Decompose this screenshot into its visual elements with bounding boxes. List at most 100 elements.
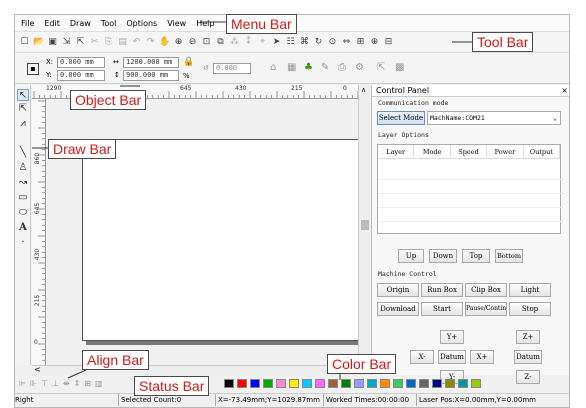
align-vcenter-icon[interactable]: ⇕ — [74, 379, 81, 388]
start-button[interactable]: Start — [421, 302, 463, 316]
color-swatch[interactable] — [341, 378, 351, 388]
align-top-icon[interactable]: ⊤ — [41, 379, 48, 388]
origin-button[interactable]: Origin — [377, 283, 419, 297]
z-plus-button[interactable]: Z+ — [516, 330, 540, 344]
work-area-page[interactable] — [82, 139, 365, 341]
color-swatch[interactable] — [302, 378, 312, 388]
menu-options[interactable]: Options — [126, 19, 157, 28]
rotate-angle-field[interactable]: 0.000 — [213, 63, 251, 74]
mirror-icon[interactable]: ⇔ — [341, 36, 352, 48]
redo-icon[interactable]: ↷ — [145, 36, 156, 48]
menu-file[interactable]: File — [21, 19, 34, 28]
datum-button[interactable]: Datum — [438, 350, 466, 364]
menu-help[interactable]: Help — [196, 19, 214, 28]
cut-icon[interactable]: ✂ — [89, 36, 100, 48]
export-icon[interactable]: ⇱ — [75, 36, 86, 48]
machine-name-dropdown[interactable]: MachName:COM21 ⌄ — [427, 111, 561, 125]
x-plus-button[interactable]: X+ — [470, 350, 494, 364]
color-swatch[interactable] — [354, 378, 364, 388]
layer-bottom-button[interactable]: Bottom — [495, 249, 523, 263]
clip-box-button[interactable]: Clip Box — [465, 283, 507, 297]
group-icon[interactable]: ⁂ — [229, 36, 240, 48]
save-icon[interactable]: ▣ — [47, 36, 58, 48]
height-field[interactable]: 900.000 mm — [123, 70, 179, 81]
y-position-field[interactable]: 0.000 mm — [57, 70, 105, 81]
ungroup-icon[interactable]: ⁑ — [243, 36, 254, 48]
color-swatch[interactable] — [224, 378, 234, 388]
color-swatch[interactable] — [289, 378, 299, 388]
print-icon[interactable]: ⎙ — [338, 63, 346, 73]
text-tool-icon[interactable]: A — [17, 222, 29, 234]
align-right-icon[interactable]: ⊪ — [30, 379, 37, 388]
align-hcenter-icon[interactable]: ⇼ — [63, 379, 70, 388]
color-swatch[interactable] — [419, 378, 429, 388]
vertical-scrollbar[interactable]: ∧ — [358, 85, 370, 365]
color-swatch[interactable] — [458, 378, 468, 388]
color-swatch[interactable] — [328, 378, 338, 388]
scroll-up-icon[interactable]: ∧ — [361, 86, 366, 94]
menu-tool[interactable]: Tool — [101, 19, 117, 28]
ellipse-icon[interactable]: ⬭ — [17, 207, 29, 219]
align-bottom-icon[interactable]: ⊥ — [52, 379, 59, 388]
frame-icon[interactable]: ⊟ — [383, 36, 394, 48]
align-left-icon[interactable]: ⊫ — [19, 379, 26, 388]
x-position-field[interactable]: 0.000 mm — [57, 57, 105, 68]
select-mode-button[interactable]: Select Mode — [377, 111, 425, 125]
z-datum-button[interactable]: Datum — [514, 350, 542, 364]
import-icon[interactable]: ⇲ — [61, 36, 72, 48]
width-field[interactable]: 1200.000 mm — [123, 57, 179, 68]
pen-icon[interactable]: ♙ — [17, 162, 29, 174]
layer-top-button[interactable]: Top — [462, 249, 490, 263]
dot-icon[interactable]: · — [17, 237, 29, 249]
undo-icon[interactable]: ↶ — [131, 36, 142, 48]
settings-icon[interactable]: ⚙ — [355, 63, 364, 73]
zoom-in-icon[interactable]: ⊕ — [173, 36, 184, 48]
color-swatch[interactable] — [263, 378, 273, 388]
layer-up-button[interactable]: Up — [398, 249, 424, 263]
scroll-left-icon[interactable]: < — [34, 365, 41, 374]
menu-draw[interactable]: Draw — [70, 19, 91, 28]
simulate-icon[interactable]: ⊙ — [327, 36, 338, 48]
select-arrow-icon[interactable]: ↖ — [17, 89, 29, 101]
pan-icon[interactable]: ✋ — [159, 36, 170, 48]
line-icon[interactable]: ╲ — [17, 147, 29, 159]
light-button[interactable]: Light — [509, 283, 551, 297]
same-width-icon[interactable]: ▥ — [95, 379, 103, 388]
zoom-page-icon[interactable]: ⊡ — [201, 36, 212, 48]
y-plus-button[interactable]: Y+ — [440, 330, 464, 344]
bezier-icon[interactable]: ↝ — [17, 177, 29, 189]
open-file-icon[interactable]: 📂 — [33, 36, 44, 48]
color-swatch[interactable] — [367, 378, 377, 388]
node-select-icon[interactable]: ⇱ — [17, 103, 29, 115]
path-optimize-icon[interactable]: ➤ — [271, 36, 282, 48]
run-box-button[interactable]: Run Box — [421, 283, 463, 297]
align-center-icon[interactable]: ⌂ — [270, 63, 276, 73]
grid-icon[interactable]: ▦ — [287, 63, 296, 73]
color-swatch[interactable] — [393, 378, 403, 388]
pencil-icon[interactable]: ✎ — [321, 63, 329, 73]
menu-view[interactable]: View — [167, 19, 186, 28]
x-minus-button[interactable]: X- — [410, 350, 434, 364]
close-icon[interactable]: × — [561, 85, 568, 97]
smooth-icon[interactable]: ⌘ — [299, 36, 310, 48]
color-swatch[interactable] — [250, 378, 260, 388]
crosshair-icon[interactable]: ⊕ — [369, 36, 380, 48]
color-swatch[interactable] — [276, 378, 286, 388]
align-center-icon[interactable]: ⊞ — [84, 379, 91, 388]
color-swatch[interactable] — [432, 378, 442, 388]
stop-button[interactable]: Stop — [509, 302, 551, 316]
rectangle-icon[interactable]: ▭ — [17, 192, 29, 204]
zoom-out-icon[interactable]: ⊖ — [187, 36, 198, 48]
color-swatch[interactable] — [380, 378, 390, 388]
tree-icon[interactable]: ♣ — [304, 63, 313, 73]
color-swatch[interactable] — [315, 378, 325, 388]
lock-ratio-icon[interactable]: 🔒 — [183, 58, 194, 67]
layer-down-button[interactable]: Down — [429, 249, 457, 263]
color-swatch[interactable] — [406, 378, 416, 388]
menu-edit[interactable]: Edit — [44, 19, 60, 28]
copy-icon[interactable]: ⎘ — [103, 36, 114, 48]
zoom-select-icon[interactable]: ⧉ — [215, 36, 226, 48]
cut-path-icon[interactable]: ☷ — [285, 36, 296, 48]
polyline-icon[interactable]: ⩘ — [17, 118, 29, 130]
paste-icon[interactable]: ▤ — [117, 36, 128, 48]
